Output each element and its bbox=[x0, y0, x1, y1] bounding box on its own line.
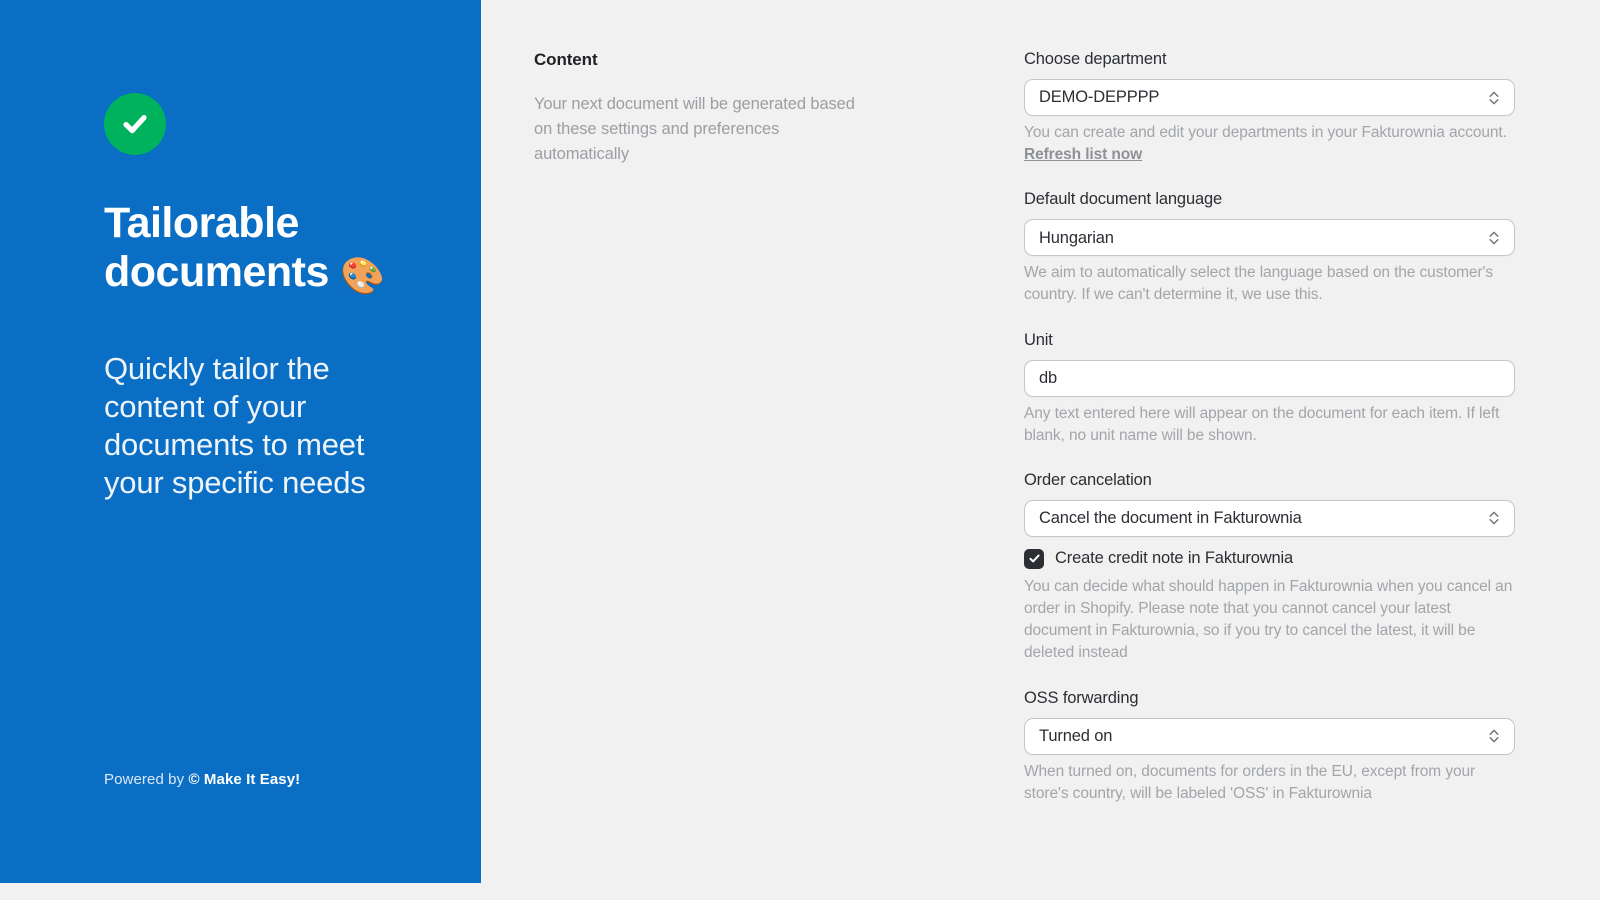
select-oss-forwarding[interactable]: Turned on bbox=[1024, 717, 1515, 755]
promo-footer-brand: © Make It Easy! bbox=[188, 771, 301, 788]
refresh-list-link[interactable]: Refresh list now bbox=[1024, 146, 1142, 163]
help-unit: Any text entered here will appear on the… bbox=[1024, 404, 1500, 444]
section-heading-content: Content bbox=[534, 50, 598, 69]
promo-content: Tailorable documents 🎨 Quickly tailor th… bbox=[104, 93, 441, 503]
check-circle-icon bbox=[104, 93, 166, 155]
chevron-updown-icon bbox=[1489, 91, 1499, 104]
help-choose-department: You can create and edit your departments… bbox=[1024, 122, 1515, 166]
help-oss-forwarding: When turned on, documents for orders in … bbox=[1024, 762, 1476, 802]
promo-subtitle: Quickly tailor the content of your docum… bbox=[104, 351, 366, 501]
chevron-updown-icon bbox=[1489, 231, 1499, 245]
label-unit: Unit bbox=[1024, 330, 1053, 349]
unit-input-value: db bbox=[1039, 368, 1058, 387]
check-icon bbox=[1028, 554, 1040, 563]
palette-icon: 🎨 bbox=[340, 255, 385, 297]
field-default-document-language: Default document language Hungarian We a… bbox=[1024, 190, 1515, 306]
field-oss-forwarding: OSS forwarding Turned on When turned on,… bbox=[1024, 689, 1515, 805]
label-default-document-language: Default document language bbox=[1024, 190, 1223, 209]
field-order-cancelation: Order cancelation Cancel the document in… bbox=[1024, 471, 1515, 665]
help-default-document-language: We aim to automatically select the langu… bbox=[1024, 264, 1493, 304]
promo-footer: Powered by © Make It Easy! bbox=[104, 771, 300, 788]
section-description-content: Your next document will be generated bas… bbox=[534, 95, 855, 164]
select-oss-forwarding-value: Turned on bbox=[1039, 726, 1113, 745]
content-description-column: Content Your next document will be gener… bbox=[534, 50, 864, 167]
promo-title: Tailorable documents 🎨 bbox=[104, 199, 434, 297]
checkbox-label-create-credit-note: Create credit note in Fakturownia bbox=[1055, 549, 1294, 568]
checkbox-create-credit-note[interactable] bbox=[1024, 548, 1044, 569]
label-choose-department: Choose department bbox=[1024, 50, 1167, 68]
promo-footer-prefix: Powered by bbox=[104, 771, 189, 788]
settings-page: Tailorable documents 🎨 Quickly tailor th… bbox=[0, 0, 1600, 900]
label-order-cancelation: Order cancelation bbox=[1024, 470, 1152, 489]
promo-title-line1: Tailorable bbox=[104, 199, 299, 247]
unit-input[interactable]: db bbox=[1024, 359, 1515, 397]
settings-form: Choose department DEMO-DEPPPP You can cr… bbox=[1024, 50, 1515, 805]
select-order-cancelation-value: Cancel the document in Fakturownia bbox=[1039, 509, 1302, 528]
field-choose-department: Choose department DEMO-DEPPPP You can cr… bbox=[1024, 50, 1515, 166]
promo-panel: Tailorable documents 🎨 Quickly tailor th… bbox=[0, 0, 481, 883]
select-choose-department-value: DEMO-DEPPPP bbox=[1039, 88, 1160, 107]
select-default-document-language-value: Hungarian bbox=[1039, 228, 1114, 247]
label-oss-forwarding: OSS forwarding bbox=[1024, 688, 1139, 707]
field-unit: Unit db Any text entered here will appea… bbox=[1024, 331, 1515, 447]
chevron-updown-icon bbox=[1489, 512, 1499, 525]
select-choose-department[interactable]: DEMO-DEPPPP bbox=[1024, 79, 1515, 116]
promo-title-line2: documents bbox=[104, 248, 329, 297]
select-default-document-language[interactable]: Hungarian bbox=[1024, 219, 1515, 257]
chevron-updown-icon bbox=[1489, 729, 1499, 743]
help-choose-department-text: You can create and edit your departments… bbox=[1024, 124, 1507, 141]
checkbox-row-create-credit-note[interactable]: Create credit note in Fakturownia bbox=[1024, 548, 1515, 569]
select-order-cancelation[interactable]: Cancel the document in Fakturownia bbox=[1024, 499, 1515, 537]
help-order-cancelation: You can decide what should happen in Fak… bbox=[1024, 577, 1513, 662]
